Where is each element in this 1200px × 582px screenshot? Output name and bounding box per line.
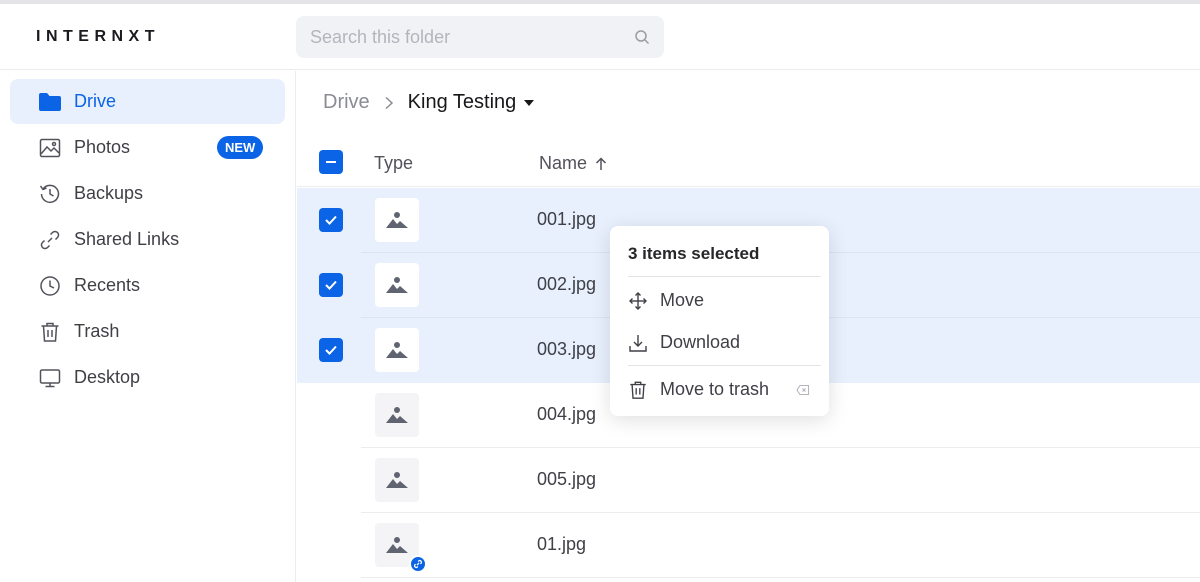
menu-item-move[interactable]: Move — [628, 290, 704, 311]
sidebar-item-recents[interactable]: Recents — [10, 263, 285, 308]
sidebar-item-backups[interactable]: Backups — [10, 171, 285, 216]
trash-icon — [628, 380, 648, 400]
image-file-icon — [375, 263, 419, 307]
sidebar-item-drive[interactable]: Drive — [10, 79, 285, 124]
menu-item-label: Move to trash — [660, 379, 770, 399]
backspace-key-icon — [796, 384, 810, 396]
sort-arrow-up-icon — [595, 156, 607, 170]
file-name[interactable]: 001.jpg — [537, 209, 596, 230]
file-name[interactable]: 004.jpg — [537, 404, 596, 425]
history-icon — [38, 182, 62, 206]
menu-item-download[interactable]: Download — [628, 332, 740, 353]
image-icon — [38, 136, 62, 160]
column-header: Type Name — [297, 139, 1200, 187]
image-file-icon — [375, 198, 419, 242]
download-icon — [628, 333, 648, 353]
row-checkbox[interactable] — [319, 338, 343, 362]
breadcrumb-root[interactable]: Drive — [323, 91, 370, 114]
folder-icon — [38, 90, 62, 114]
sidebar-item-label: Shared Links — [74, 229, 180, 249]
menu-item-label: Move — [660, 290, 705, 310]
breadcrumb-current[interactable]: King Testing — [408, 91, 517, 114]
sidebar-item-trash[interactable]: Trash — [10, 309, 285, 354]
desktop-icon — [38, 366, 62, 390]
image-file-icon — [375, 393, 419, 437]
minus-icon — [326, 161, 336, 163]
sidebar: Drive Photos NEW Backups Shared Links Re… — [0, 71, 296, 582]
sidebar-item-label: Photos — [74, 137, 131, 157]
column-name[interactable]: Name — [539, 153, 607, 174]
sidebar-item-label: Recents — [74, 275, 141, 295]
menu-item-move-to-trash[interactable]: Move to trash — [628, 379, 769, 400]
file-row[interactable]: 005.jpg — [297, 448, 1200, 513]
file-name[interactable]: 002.jpg — [537, 274, 596, 295]
column-type[interactable]: Type — [374, 153, 413, 174]
selection-count: 3 items selected — [628, 244, 760, 263]
search-input[interactable] — [296, 16, 626, 58]
file-name[interactable]: 01.jpg — [537, 534, 586, 555]
menu-item-label: Download — [660, 332, 741, 352]
sidebar-item-photos[interactable]: Photos NEW — [10, 125, 285, 170]
check-icon — [325, 280, 337, 290]
row-divider — [361, 577, 1200, 578]
sidebar-item-label: Backups — [74, 183, 144, 203]
search-box[interactable] — [296, 16, 664, 58]
app-logo[interactable]: INTERNXT — [36, 28, 160, 46]
column-name-label: Name — [539, 153, 588, 173]
clock-icon — [38, 274, 62, 298]
link-icon — [38, 228, 62, 252]
sidebar-item-label: Trash — [74, 321, 120, 341]
image-file-icon — [375, 328, 419, 372]
sidebar-item-label: Desktop — [74, 367, 141, 387]
image-file-icon — [375, 458, 419, 502]
header: INTERNXT — [0, 4, 1200, 70]
breadcrumb: Drive King Testing — [323, 91, 535, 114]
select-all-checkbox[interactable] — [319, 150, 343, 174]
menu-divider — [628, 276, 821, 277]
shared-link-icon — [409, 555, 427, 573]
file-name[interactable]: 003.jpg — [537, 339, 596, 360]
sidebar-item-label: Drive — [74, 91, 117, 111]
move-icon — [628, 291, 648, 311]
search-icon[interactable] — [634, 29, 650, 45]
context-menu: 3 items selected Move Download Move to t… — [610, 226, 829, 416]
new-badge: NEW — [217, 136, 264, 159]
file-name[interactable]: 005.jpg — [537, 469, 596, 490]
chevron-right-icon — [385, 96, 393, 109]
trash-icon — [38, 320, 62, 344]
row-checkbox[interactable] — [319, 208, 343, 232]
check-icon — [325, 345, 337, 355]
sidebar-item-desktop[interactable]: Desktop — [10, 355, 285, 400]
caret-down-icon[interactable] — [524, 99, 535, 106]
sidebar-item-shared-links[interactable]: Shared Links — [10, 217, 285, 262]
row-checkbox[interactable] — [319, 273, 343, 297]
menu-divider — [628, 365, 821, 366]
check-icon — [325, 215, 337, 225]
file-row[interactable]: 01.jpg — [297, 513, 1200, 578]
